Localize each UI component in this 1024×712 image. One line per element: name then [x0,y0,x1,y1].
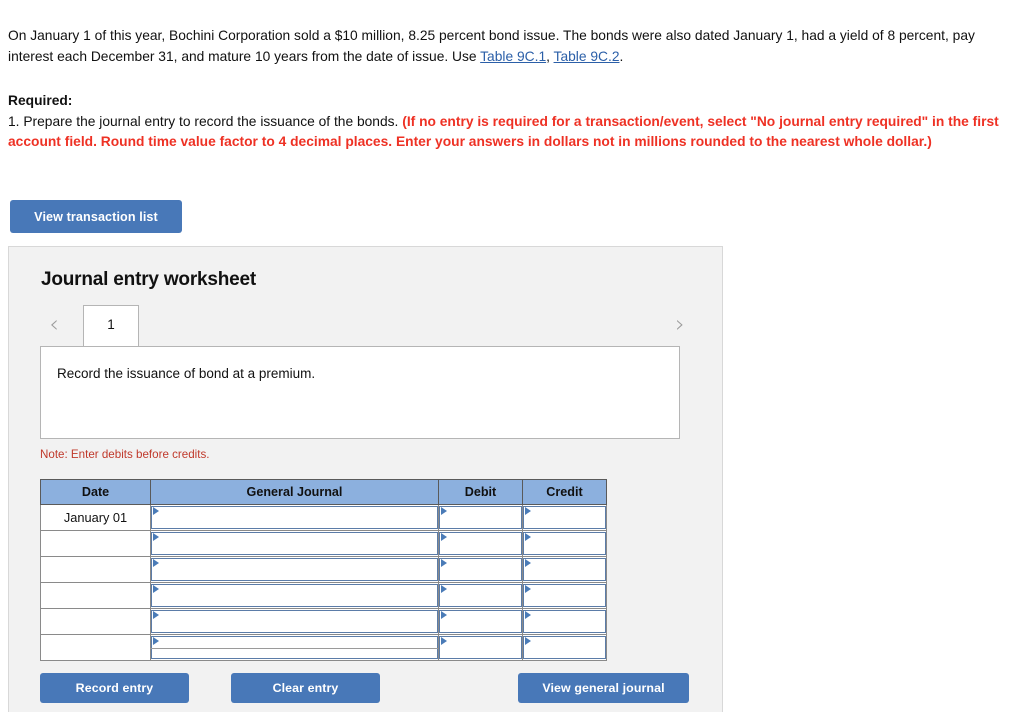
required-label: Required: [8,93,73,108]
cell-date-2 [40,530,151,557]
cell-general-journal-3[interactable] [150,556,439,583]
problem-statement: On January 1 of this year, Bochini Corpo… [8,26,1014,67]
cell-debit-3[interactable] [438,556,523,583]
credit-input-2[interactable] [523,532,606,555]
required-block: Required: 1. Prepare the journal entry to… [8,91,1014,153]
entry-description-text: Record the issuance of bond at a premium… [57,366,316,381]
cell-date-5 [40,608,151,635]
table-header-row: Date General Journal Debit Credit [40,479,607,505]
general-journal-input-5[interactable] [151,610,438,633]
debit-input-5[interactable] [439,610,522,633]
cell-debit-1[interactable] [438,504,523,531]
credit-input-4[interactable] [523,584,606,607]
debit-input-3[interactable] [439,558,522,581]
record-entry-button[interactable]: Record entry [40,673,189,703]
column-header-debit: Debit [438,479,523,505]
table-row [40,556,607,583]
cell-date-6 [40,634,151,661]
debit-input-6[interactable] [439,636,522,659]
table-row [40,530,607,557]
debit-input-1[interactable] [439,506,522,529]
general-journal-input-2[interactable] [151,532,438,555]
table-row: January 01 [40,504,607,531]
required-item-text: 1. Prepare the journal entry to record t… [8,113,403,129]
column-header-credit: Credit [522,479,607,505]
cell-date-1: January 01 [40,504,151,531]
debit-input-2[interactable] [439,532,522,555]
chevron-right-icon[interactable]: › [667,309,693,339]
cell-debit-6[interactable] [438,634,523,661]
journal-entry-table: Date General Journal Debit Credit Januar… [40,479,607,661]
worksheet-tab-strip: ‹ 1 › [41,305,693,346]
cell-credit-6[interactable] [522,634,607,661]
credit-input-6[interactable] [523,636,606,659]
credit-input-3[interactable] [523,558,606,581]
cell-credit-1[interactable] [522,504,607,531]
cell-date-3 [40,556,151,583]
clear-entry-button[interactable]: Clear entry [231,673,380,703]
table-9c1-link[interactable]: Table 9C.1 [480,49,546,64]
view-general-journal-button[interactable]: View general journal [518,673,689,703]
table-row [40,582,607,609]
page-title: Journal entry worksheet [41,269,257,290]
cell-general-journal-5[interactable] [150,608,439,635]
general-journal-input-1[interactable] [151,506,438,529]
cell-general-journal-4[interactable] [150,582,439,609]
cell-credit-4[interactable] [522,582,607,609]
debits-before-credits-note: Note: Enter debits before credits. [40,448,210,461]
table-row [40,608,607,635]
cell-debit-4[interactable] [438,582,523,609]
debit-input-4[interactable] [439,584,522,607]
tab-entry-1[interactable]: 1 [83,305,139,346]
cell-credit-2[interactable] [522,530,607,557]
cell-debit-5[interactable] [438,608,523,635]
entry-description-box: Record the issuance of bond at a premium… [40,346,680,439]
credit-input-1[interactable] [523,506,606,529]
table-bottom-rule [150,648,438,649]
cell-date-4 [40,582,151,609]
problem-text-end: . [619,48,624,64]
general-journal-input-3[interactable] [151,558,438,581]
view-transaction-list-button[interactable]: View transaction list [10,200,182,233]
column-header-general-journal: General Journal [150,479,439,505]
cell-general-journal-1[interactable] [150,504,439,531]
cell-credit-3[interactable] [522,556,607,583]
cell-general-journal-2[interactable] [150,530,439,557]
link-separator: , [546,48,554,64]
credit-input-5[interactable] [523,610,606,633]
chevron-left-icon[interactable]: ‹ [41,309,67,339]
cell-credit-5[interactable] [522,608,607,635]
cell-debit-2[interactable] [438,530,523,557]
general-journal-input-4[interactable] [151,584,438,607]
column-header-date: Date [40,479,151,505]
table-9c2-link[interactable]: Table 9C.2 [554,49,620,64]
